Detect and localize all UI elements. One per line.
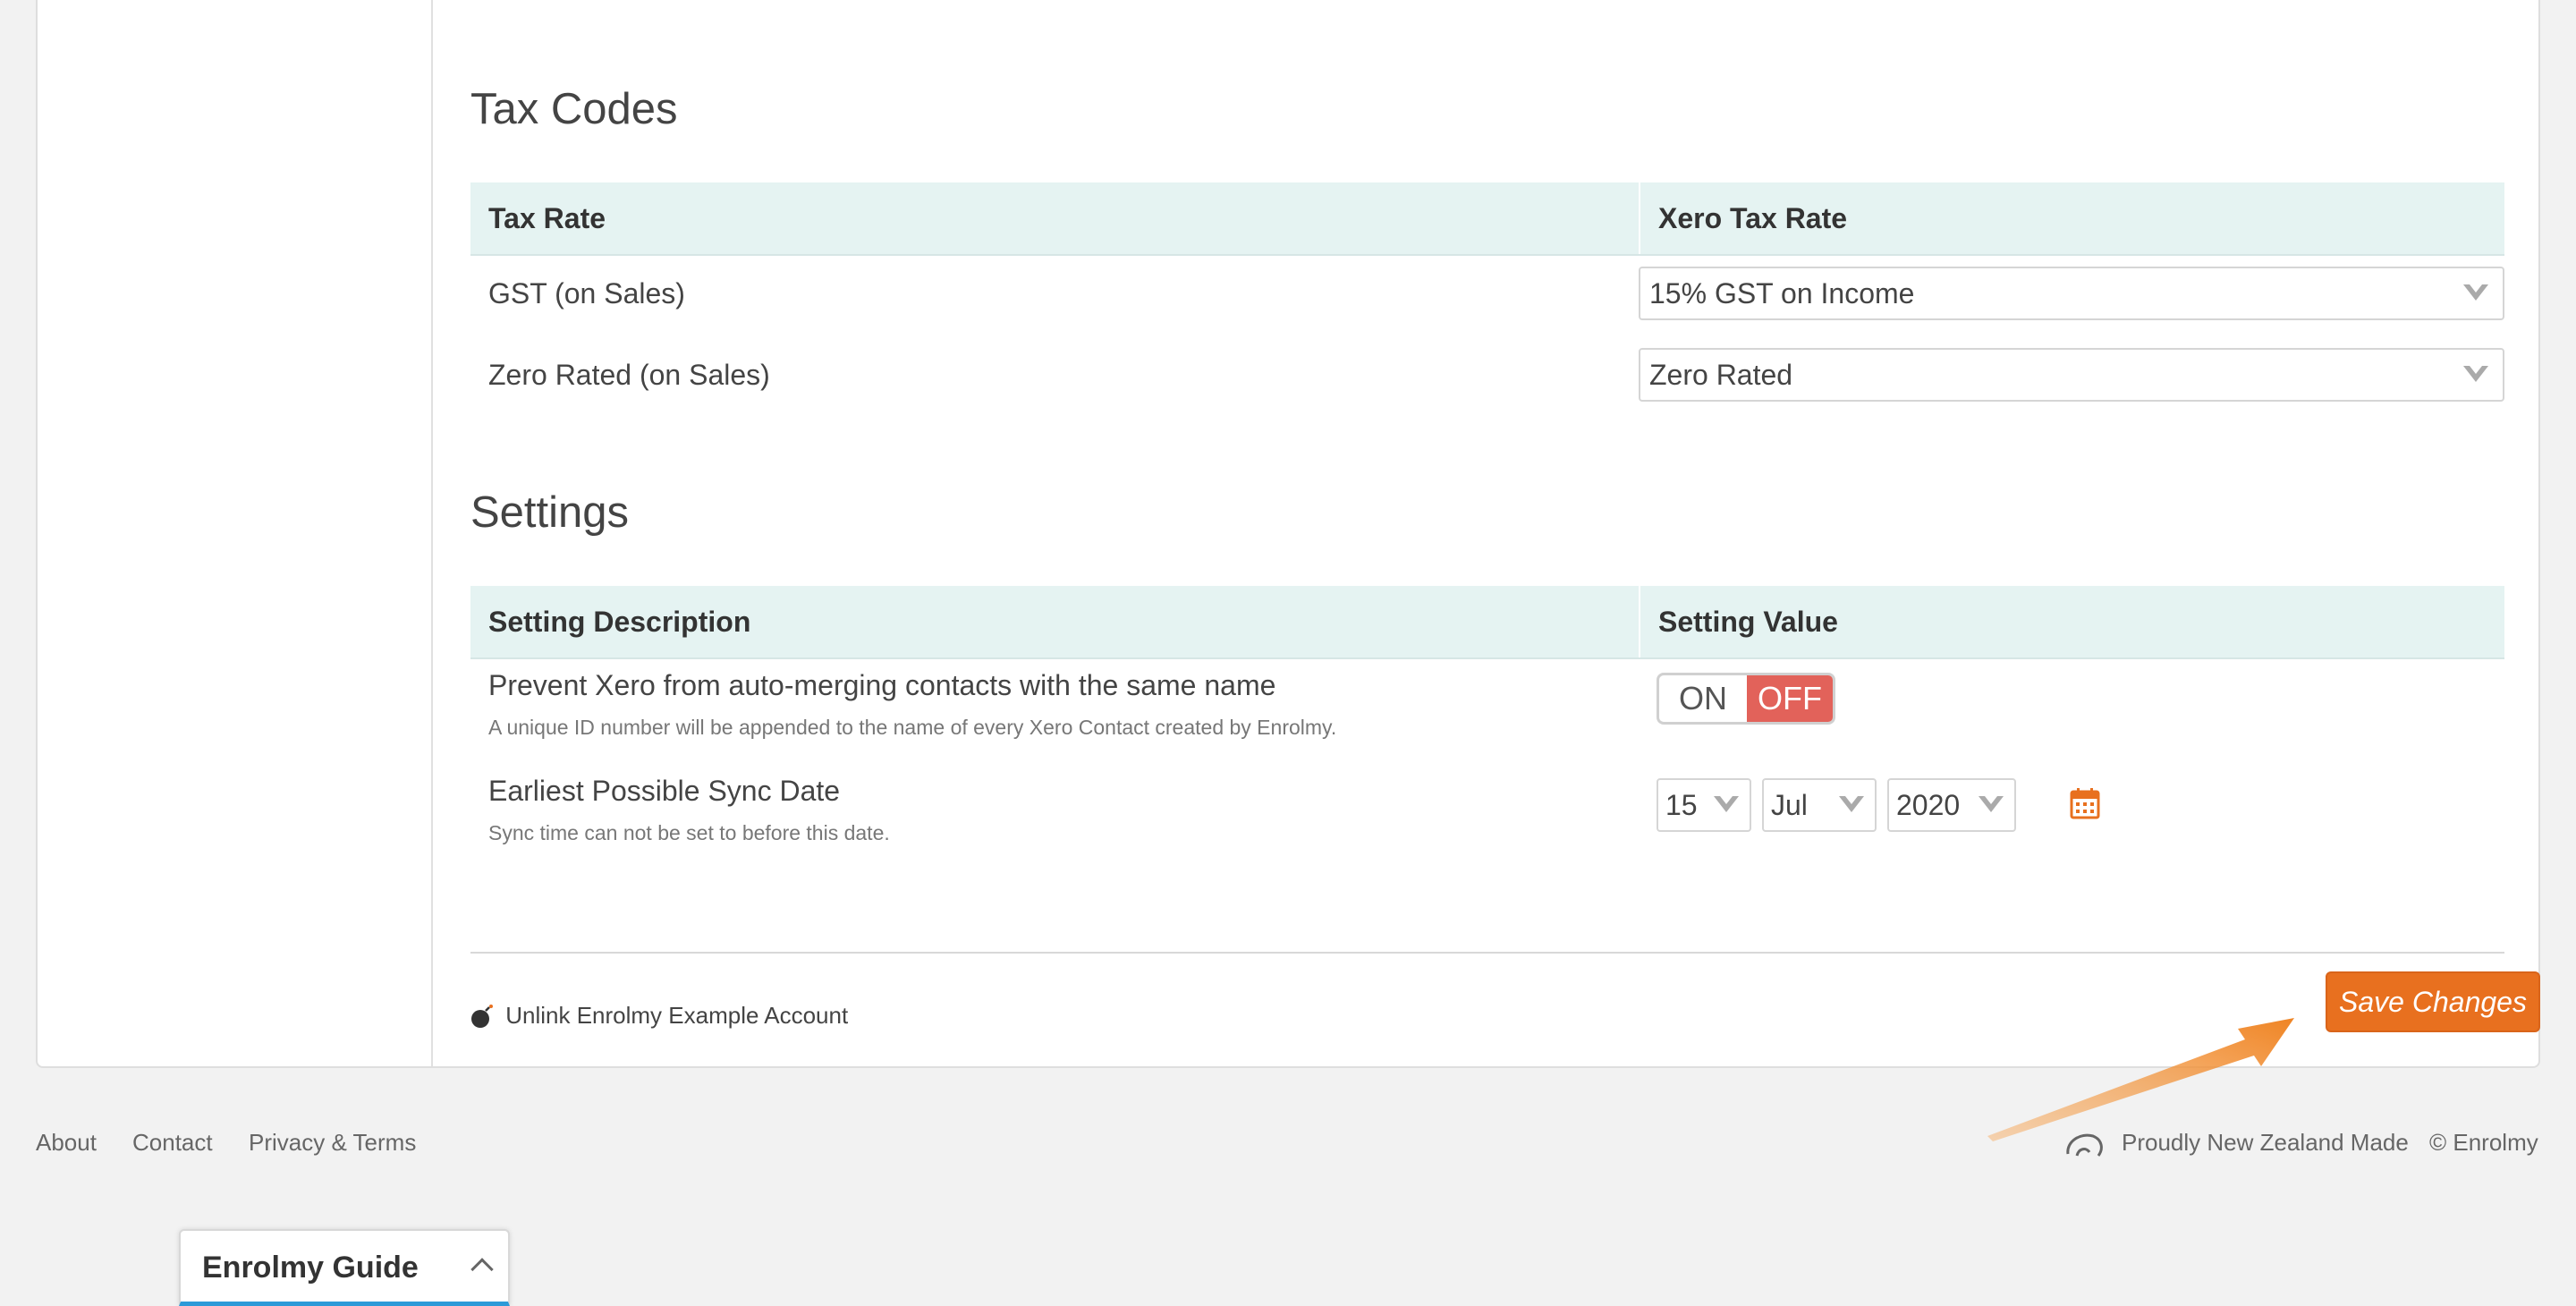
month-value: Jul	[1771, 789, 1808, 821]
select-value: Zero Rated	[1649, 359, 1793, 391]
setting-label-sync-date: Earliest Possible Sync Date	[488, 775, 841, 807]
chevron-down-icon	[1979, 796, 2004, 812]
select-value: 15% GST on Income	[1649, 277, 1915, 310]
settings-card: Tax Codes Tax Rate Xero Tax Rate GST (on…	[36, 0, 2540, 1068]
unlink-account-link[interactable]: Unlink Enrolmy Example Account	[470, 1002, 848, 1030]
setting-help-prevent-merge: A unique ID number will be appended to t…	[488, 716, 1337, 739]
made-in-nz-text: Proudly New Zealand Made	[2122, 1129, 2409, 1156]
tax-codes-title: Tax Codes	[470, 85, 678, 133]
tax-rate-header: Tax Rate	[488, 202, 606, 234]
setting-value-header: Setting Value	[1639, 586, 1838, 657]
settings-title: Settings	[470, 488, 630, 537]
guide-title: Enrolmy Guide	[202, 1251, 419, 1285]
chevron-down-icon	[1714, 796, 1739, 812]
chevron-down-icon	[1839, 796, 1864, 812]
prevent-merge-toggle[interactable]: ON OFF	[1657, 673, 1835, 725]
footer-link-contact[interactable]: Contact	[132, 1129, 213, 1157]
sync-year-select[interactable]: 2020	[1887, 778, 2016, 832]
chevron-down-icon	[2463, 366, 2488, 382]
new-zealand-icon	[2066, 1133, 2103, 1157]
setting-description-header: Setting Description	[488, 606, 751, 638]
annotation-arrow-icon	[1987, 1018, 2294, 1141]
save-changes-button[interactable]: Save Changes	[2326, 971, 2540, 1032]
main-content: Tax Codes Tax Rate Xero Tax Rate GST (on…	[470, 0, 2504, 1066]
xero-tax-rate-select[interactable]: 15% GST on Income	[1639, 267, 2504, 320]
xero-tax-rate-select[interactable]: Zero Rated	[1639, 348, 2504, 402]
calendar-icon[interactable]	[2070, 787, 2100, 819]
toggle-on-option[interactable]: ON	[1659, 675, 1747, 722]
footer-link-about[interactable]: About	[36, 1129, 97, 1157]
toggle-off-option[interactable]: OFF	[1747, 675, 1833, 722]
year-value: 2020	[1896, 789, 1961, 821]
unlink-label: Unlink Enrolmy Example Account	[505, 1002, 849, 1029]
tax-row-label: Zero Rated (on Sales)	[488, 359, 770, 391]
sync-month-select[interactable]: Jul	[1762, 778, 1877, 832]
xero-tax-rate-header: Xero Tax Rate	[1639, 182, 1847, 254]
chevron-up-icon[interactable]	[470, 1258, 494, 1281]
divider	[470, 952, 2504, 954]
bomb-icon	[471, 1005, 493, 1029]
tax-codes-table-header: Tax Rate Xero Tax Rate	[470, 182, 2504, 256]
setting-label-prevent-merge: Prevent Xero from auto-merging contacts …	[488, 669, 1276, 701]
chevron-down-icon	[2463, 284, 2488, 301]
settings-table-header: Setting Description Setting Value	[470, 586, 2504, 659]
sync-day-select[interactable]: 15	[1657, 778, 1751, 832]
day-value: 15	[1665, 789, 1698, 821]
copyright-text: © Enrolmy	[2429, 1129, 2538, 1156]
footer-link-privacy-terms[interactable]: Privacy & Terms	[249, 1129, 416, 1157]
enrolmy-guide-widget[interactable]: Enrolmy Guide	[179, 1229, 510, 1306]
tax-row-label: GST (on Sales)	[488, 277, 685, 310]
sidebar	[38, 0, 433, 1066]
setting-help-sync-date: Sync time can not be set to before this …	[488, 821, 890, 844]
